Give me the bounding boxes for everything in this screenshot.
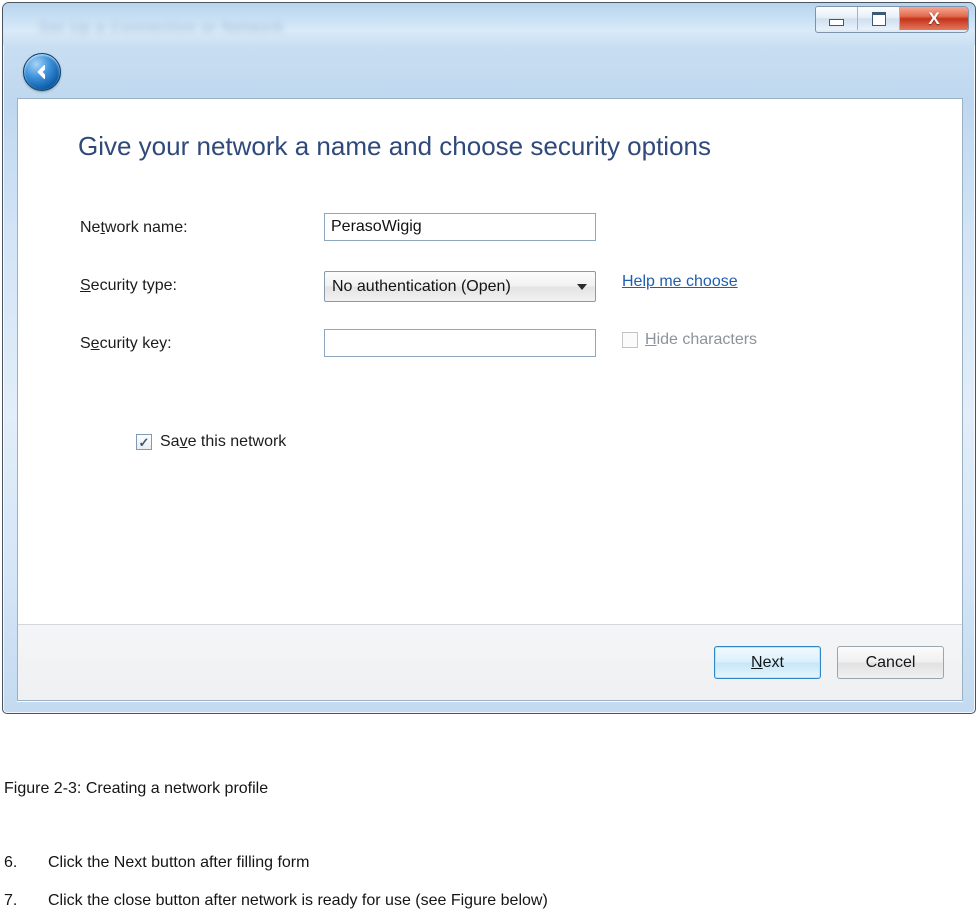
save-this-network-checkbox-box[interactable]: ✓	[136, 434, 152, 450]
save-network-label-pre: Sa	[160, 433, 180, 450]
security-key-label: Security key:	[80, 335, 172, 353]
security-key-label-post: curity key:	[99, 335, 172, 352]
hide-characters-checkbox: Hide characters	[622, 331, 757, 349]
network-settings-form: Network name: Security type: No authenti…	[18, 211, 962, 385]
security-type-selected-value: No authentication (Open)	[332, 277, 511, 295]
wizard-navigation-row: Manually connect to a wireless network	[3, 45, 975, 122]
wizard-content-panel: Give your network a name and choose secu…	[17, 98, 963, 701]
hide-characters-label-post: ide characters	[656, 331, 758, 348]
network-name-label: Network name:	[80, 219, 188, 237]
security-key-row: Security key: Hide characters	[18, 327, 962, 385]
cancel-button[interactable]: Cancel	[837, 646, 944, 679]
maximize-icon	[871, 11, 886, 26]
security-key-label-pre: S	[80, 335, 91, 352]
list-item: 6. Click the Next button after filling f…	[4, 852, 944, 873]
next-button[interactable]: Next	[714, 646, 821, 679]
figure-caption: Figure 2-3: Creating a network profile	[4, 780, 269, 797]
save-network-accelerator: v	[179, 433, 188, 450]
security-type-dropdown[interactable]: No authentication (Open)	[324, 271, 596, 302]
network-name-label-post: work name:	[104, 219, 188, 236]
wizard-command-bar: Next Cancel	[18, 624, 962, 700]
instruction-steps-list: 6. Click the Next button after filling f…	[4, 852, 944, 915]
close-button[interactable]: X	[900, 7, 968, 30]
minimize-icon	[829, 18, 844, 26]
checkmark-icon: ✓	[138, 434, 150, 450]
window-title-blurred: Set Up a Connection or Network	[39, 19, 285, 36]
window-titlebar[interactable]: Set Up a Connection or Network X	[3, 3, 975, 45]
save-this-network-checkbox[interactable]: ✓ Save this network	[136, 433, 286, 451]
page-title: Give your network a name and choose secu…	[78, 131, 712, 161]
network-name-label-pre: Ne	[80, 219, 101, 236]
network-name-row: Network name:	[18, 211, 962, 269]
wireless-network-wizard-window: Set Up a Connection or Network X Give yo…	[2, 2, 976, 714]
security-type-row: Security type: No authentication (Open) …	[18, 269, 962, 327]
next-button-accelerator: N	[751, 653, 763, 671]
next-button-label: ext	[762, 653, 784, 671]
step-text: Click the close button after network is …	[48, 892, 548, 909]
hide-characters-accelerator: H	[645, 331, 657, 348]
chevron-down-icon	[569, 283, 595, 290]
hide-characters-label: Hide characters	[645, 331, 757, 349]
back-arrow-icon	[37, 64, 46, 80]
hide-characters-checkbox-box	[622, 332, 638, 348]
step-text: Click the Next button after filling form	[48, 854, 310, 871]
step-number: 7.	[4, 892, 18, 909]
window-controls: X	[815, 6, 969, 33]
close-icon: X	[928, 9, 940, 28]
list-item: 7. Click the close button after network …	[4, 890, 944, 911]
security-type-accelerator: S	[80, 277, 91, 294]
back-button[interactable]	[23, 53, 61, 91]
security-key-accelerator: e	[90, 335, 100, 352]
save-this-network-label: Save this network	[160, 433, 286, 451]
save-network-label-post: e this network	[187, 433, 287, 450]
security-key-input[interactable]	[324, 329, 596, 357]
security-type-label: Security type:	[80, 277, 177, 295]
network-name-input[interactable]	[324, 213, 596, 241]
page-root: Set Up a Connection or Network X Give yo…	[0, 0, 980, 915]
help-me-choose-link[interactable]: Help me choose	[622, 273, 738, 291]
step-number: 6.	[4, 854, 18, 871]
maximize-button[interactable]	[858, 7, 900, 30]
security-type-label-post: ecurity type:	[90, 277, 177, 294]
minimize-button[interactable]	[816, 7, 858, 30]
